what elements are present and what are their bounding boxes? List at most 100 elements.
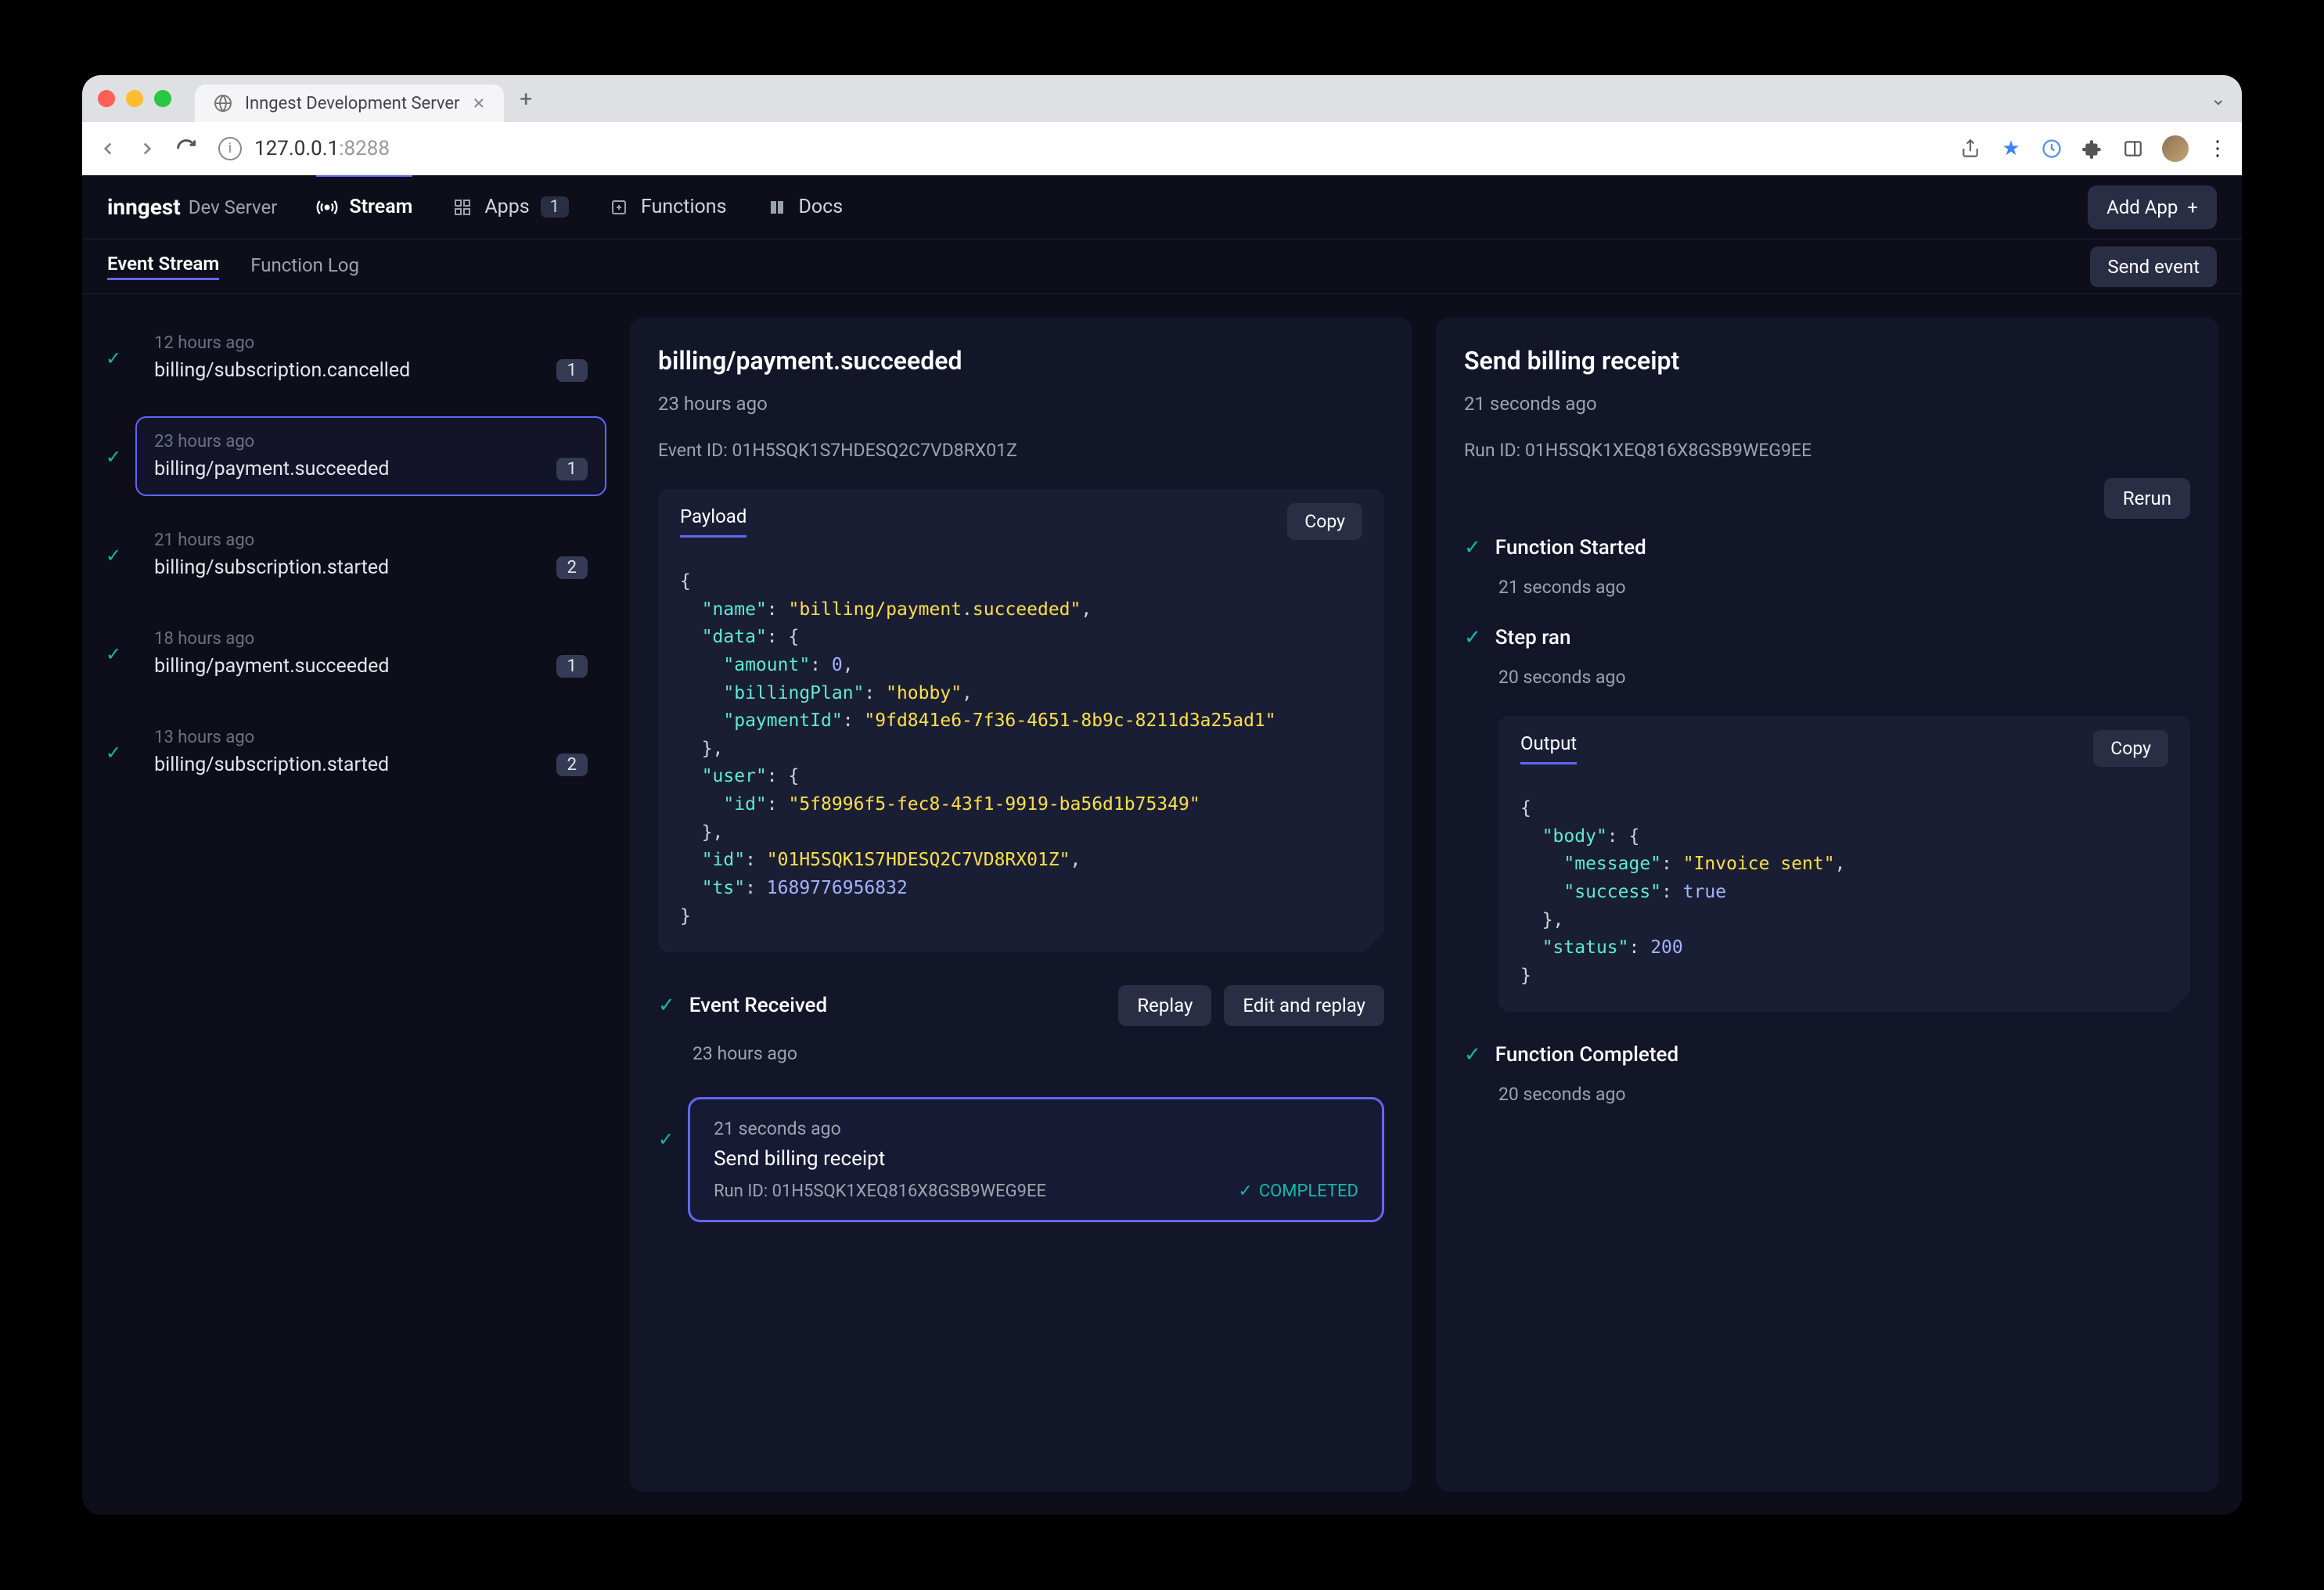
event-card[interactable]: 23 hours ago billing/payment.succeeded 1 bbox=[135, 416, 606, 496]
docs-icon bbox=[766, 196, 788, 218]
payload-header: Payload Copy bbox=[658, 489, 1384, 554]
close-tab-icon[interactable]: ✕ bbox=[472, 94, 485, 113]
event-name: billing/payment.succeeded bbox=[154, 458, 389, 480]
event-item: ✓ 21 hours ago billing/subscription.star… bbox=[106, 515, 606, 595]
send-event-button[interactable]: Send event bbox=[2090, 246, 2217, 287]
run-card[interactable]: 21 seconds ago Send billing receipt Run … bbox=[688, 1097, 1384, 1222]
new-tab-button[interactable]: + bbox=[520, 86, 532, 112]
url-text[interactable]: 127.0.0.1:8288 bbox=[254, 137, 390, 160]
logo-subtitle: Dev Server bbox=[189, 196, 278, 218]
event-count-badge: 1 bbox=[556, 655, 588, 678]
function-started-row: ✓ Function Started bbox=[1464, 536, 2190, 559]
event-count-badge: 2 bbox=[556, 556, 588, 579]
main-content: ✓ 12 hours ago billing/subscription.canc… bbox=[82, 294, 2242, 1515]
logo: inngest Dev Server bbox=[107, 194, 277, 220]
tabs-menu-icon[interactable]: ⌄ bbox=[2211, 88, 2226, 110]
app-root: inngest Dev Server Stream Apps 1 Functio… bbox=[82, 175, 2242, 1515]
nav-stream[interactable]: Stream bbox=[316, 175, 412, 238]
tab-event-stream[interactable]: Event Stream bbox=[107, 253, 219, 280]
output-header: Output Copy bbox=[1498, 716, 2190, 781]
output-block-wrapper: Output Copy { "body": { "message": "Invo… bbox=[1498, 705, 2190, 1012]
event-time: 13 hours ago bbox=[154, 728, 588, 747]
extensions-icon[interactable] bbox=[2081, 137, 2104, 160]
event-time: 21 hours ago bbox=[154, 531, 588, 550]
check-icon: ✓ bbox=[658, 994, 675, 1017]
apps-count-badge: 1 bbox=[541, 196, 569, 218]
function-started-time: 21 seconds ago bbox=[1498, 577, 2190, 598]
copy-payload-button[interactable]: Copy bbox=[1287, 503, 1362, 540]
run-card-id: Run ID: 01H5SQK1XEQ816X8GSB9WEG9EE ✓ COM… bbox=[714, 1182, 1358, 1201]
replay-button[interactable]: Replay bbox=[1118, 985, 1211, 1026]
event-detail-title: billing/payment.succeeded bbox=[658, 346, 1384, 376]
check-icon: ✓ bbox=[658, 1128, 674, 1150]
payload-tab[interactable]: Payload bbox=[680, 505, 746, 538]
maximize-window-button[interactable] bbox=[154, 90, 171, 107]
event-item: ✓ 18 hours ago billing/payment.succeeded… bbox=[106, 613, 606, 693]
sub-nav: Event Stream Function Log Send event bbox=[82, 239, 2242, 294]
output-tab[interactable]: Output bbox=[1520, 732, 1577, 764]
back-button[interactable] bbox=[95, 135, 121, 162]
step-ran-row: ✓ Step ran bbox=[1464, 626, 2190, 649]
bookmark-icon[interactable]: ★ bbox=[1999, 137, 2023, 160]
share-icon[interactable] bbox=[1959, 137, 1982, 160]
event-item: ✓ 12 hours ago billing/subscription.canc… bbox=[106, 318, 606, 398]
reload-button[interactable] bbox=[173, 135, 200, 162]
event-id: Event ID: 01H5SQK1S7HDESQ2C7VD8RX01Z bbox=[658, 440, 1384, 461]
apps-icon bbox=[451, 196, 473, 218]
event-received-time: 23 hours ago bbox=[693, 1043, 1384, 1064]
event-name: billing/subscription.cancelled bbox=[154, 359, 410, 382]
function-completed-label: Function Completed bbox=[1495, 1043, 1678, 1067]
close-window-button[interactable] bbox=[98, 90, 115, 107]
event-card[interactable]: 12 hours ago billing/subscription.cancel… bbox=[135, 318, 606, 398]
edit-replay-button[interactable]: Edit and replay bbox=[1224, 985, 1384, 1026]
check-icon: ✓ bbox=[106, 742, 121, 764]
traffic-lights bbox=[98, 90, 171, 107]
check-icon: ✓ bbox=[106, 347, 121, 369]
payload-json: { "name": "billing/payment.succeeded", "… bbox=[658, 554, 1384, 952]
event-name: billing/subscription.started bbox=[154, 556, 389, 579]
event-card[interactable]: 18 hours ago billing/payment.succeeded 1 bbox=[135, 613, 606, 693]
event-detail-time: 23 hours ago bbox=[658, 393, 1384, 415]
event-name: billing/payment.succeeded bbox=[154, 655, 389, 678]
run-id: Run ID: 01H5SQK1XEQ816X8GSB9WEG9EE bbox=[1464, 440, 2190, 461]
run-title: Send billing receipt bbox=[1464, 346, 2190, 376]
check-icon: ✓ bbox=[106, 643, 121, 665]
event-card[interactable]: 13 hours ago billing/subscription.starte… bbox=[135, 712, 606, 792]
nav-functions[interactable]: Functions bbox=[608, 196, 726, 218]
site-info-icon[interactable]: i bbox=[218, 137, 242, 160]
add-app-button[interactable]: Add App + bbox=[2088, 185, 2217, 229]
nav-docs[interactable]: Docs bbox=[766, 196, 844, 218]
panel-icon[interactable] bbox=[2121, 137, 2145, 160]
shield-icon[interactable] bbox=[2040, 137, 2063, 160]
forward-button[interactable] bbox=[134, 135, 160, 162]
nav-apps[interactable]: Apps 1 bbox=[451, 196, 569, 218]
urlbar-right: ★ ⋮ bbox=[1959, 135, 2229, 162]
event-time: 23 hours ago bbox=[154, 432, 588, 451]
event-time: 12 hours ago bbox=[154, 333, 588, 353]
browser-window: Inngest Development Server ✕ + ⌄ i 127.0… bbox=[82, 75, 2242, 1515]
logo-text: inngest bbox=[107, 194, 181, 220]
event-received-label: Event Received bbox=[689, 994, 827, 1017]
tab-function-log[interactable]: Function Log bbox=[250, 254, 359, 279]
copy-output-button[interactable]: Copy bbox=[2093, 730, 2168, 767]
browser-tab[interactable]: Inngest Development Server ✕ bbox=[195, 85, 504, 122]
rerun-button[interactable]: Rerun bbox=[2104, 478, 2190, 519]
minimize-window-button[interactable] bbox=[126, 90, 143, 107]
event-item: ✓ 23 hours ago billing/payment.succeeded… bbox=[106, 416, 606, 496]
functions-icon bbox=[608, 196, 630, 218]
event-list: ✓ 12 hours ago billing/subscription.canc… bbox=[106, 318, 606, 1491]
event-detail-panel: billing/payment.succeeded 23 hours ago E… bbox=[630, 318, 1412, 1491]
profile-avatar[interactable] bbox=[2162, 135, 2189, 162]
tab-title: Inngest Development Server bbox=[245, 94, 459, 113]
check-icon: ✓ bbox=[1464, 626, 1481, 649]
check-icon: ✓ bbox=[1464, 536, 1481, 559]
menu-icon[interactable]: ⋮ bbox=[2206, 137, 2229, 160]
run-card-title: Send billing receipt bbox=[714, 1147, 1358, 1171]
event-name: billing/subscription.started bbox=[154, 754, 389, 776]
run-detail-panel: Send billing receipt 21 seconds ago Run … bbox=[1436, 318, 2218, 1491]
completed-badge: ✓ COMPLETED bbox=[1238, 1182, 1358, 1201]
event-card[interactable]: 21 hours ago billing/subscription.starte… bbox=[135, 515, 606, 595]
function-completed-row: ✓ Function Completed bbox=[1464, 1043, 2190, 1067]
plus-icon: + bbox=[2187, 196, 2198, 218]
rerun-row: Rerun bbox=[1464, 478, 2190, 519]
